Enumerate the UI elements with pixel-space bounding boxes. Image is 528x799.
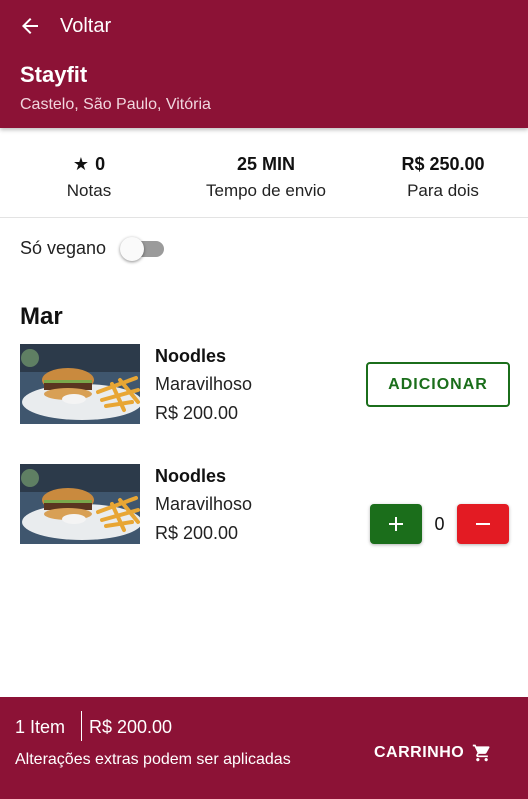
star-icon: ★ (72, 154, 90, 174)
item-image (20, 464, 140, 544)
menu-item: Noodles Maravilhoso R$ 200.00 ADICIONAR (20, 344, 510, 424)
cart-label: CARRINHO (374, 744, 465, 761)
item-name: Noodles (155, 466, 227, 486)
cart-total: R$ 200.00 (89, 717, 173, 737)
item-price: R$ 200.00 (155, 403, 239, 423)
item-name: Noodles (155, 346, 227, 366)
delivery-time: 25 MIN (236, 154, 296, 174)
toggle-thumb (120, 237, 145, 261)
back-button[interactable]: Voltar (18, 14, 111, 38)
app-header: Voltar Stayfit Castelo, São Paulo, Vitór… (0, 0, 528, 128)
item-price: R$ 200.00 (155, 523, 239, 543)
store-info-bar: ★ 0 Notas 25 MIN Tempo de envio R$ 250.0… (0, 128, 528, 218)
back-label: Voltar (60, 14, 112, 37)
cart-divider (81, 711, 82, 741)
vegan-toggle[interactable] (120, 236, 165, 261)
section-title: Mar (20, 303, 63, 330)
item-image (20, 344, 140, 424)
plus-icon (389, 517, 403, 531)
cart-bar: 1 Item R$ 200.00 Alterações extras podem… (0, 697, 528, 799)
cart-button[interactable]: CARRINHO (374, 743, 492, 763)
store-name: Stayfit (20, 62, 88, 87)
add-button[interactable]: ADICIONAR (366, 362, 510, 407)
rating-info: ★ 0 Notas (4, 154, 174, 201)
quantity-value: 0 (434, 514, 445, 534)
cart-note: Alterações extras podem ser aplicadas (15, 751, 291, 768)
rating-value: 0 (95, 154, 106, 174)
vegan-filter: Só vegano (20, 236, 165, 261)
decrease-button[interactable] (457, 504, 509, 544)
price-info: R$ 250.00 Para dois (358, 154, 528, 201)
minus-icon (476, 523, 490, 525)
store-address: Castelo, São Paulo, Vitória (20, 96, 211, 113)
delivery-info: 25 MIN Tempo de envio (181, 154, 351, 201)
quantity-stepper: 0 (370, 504, 510, 544)
vegan-label: Só vegano (20, 237, 107, 258)
cart-icon (473, 744, 490, 762)
price-label: Para dois (407, 181, 479, 200)
item-description: Maravilhoso (155, 494, 253, 514)
item-description: Maravilhoso (155, 374, 253, 394)
menu-item: Noodles Maravilhoso R$ 200.00 0 (20, 464, 510, 544)
price-for-two: R$ 250.00 (401, 154, 485, 174)
arrow-left-icon (22, 18, 38, 34)
delivery-label: Tempo de envio (205, 181, 327, 200)
increase-button[interactable] (370, 504, 422, 544)
rating-label: Notas (66, 181, 112, 200)
cart-item-count: 1 Item (15, 717, 66, 737)
